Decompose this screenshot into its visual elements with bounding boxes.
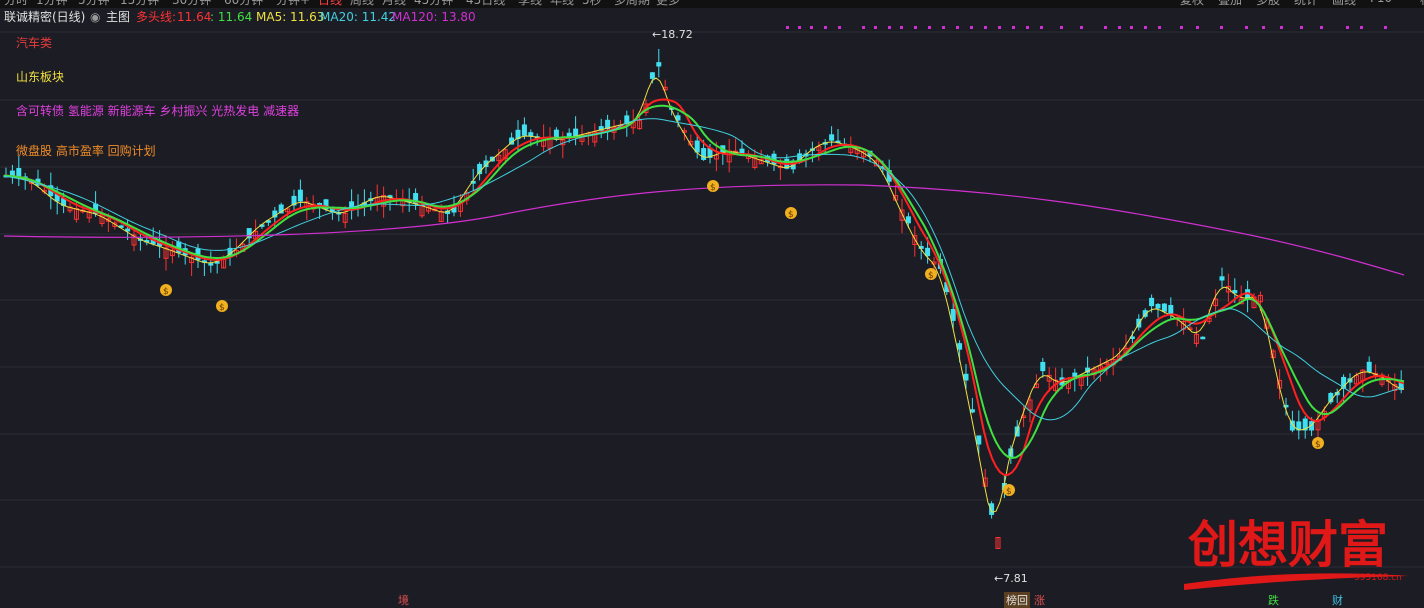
candle-body: [905, 216, 911, 224]
signal-dot: [1300, 26, 1303, 29]
signal-dot: [1144, 26, 1147, 29]
signal-dot: [1196, 26, 1199, 29]
signal-dot: [1130, 26, 1133, 29]
money-bag-symbol: $: [1006, 487, 1012, 497]
bottom-mark: 榜回: [1004, 592, 1030, 608]
signal-dot: [798, 26, 801, 29]
signal-dot: [1346, 26, 1349, 29]
signal-dot: [956, 26, 959, 29]
low-price-label: ←7.81: [994, 572, 1028, 585]
signal-dot: [1245, 26, 1248, 29]
bottom-mark: 跌: [1268, 594, 1279, 607]
candle-body: [297, 189, 303, 202]
signal-dot: [1180, 26, 1183, 29]
ma20-line: [3, 118, 1405, 421]
money-bag-symbol: $: [928, 271, 934, 281]
candle-body: [1219, 276, 1225, 281]
candle-body: [125, 228, 131, 232]
signal-dot: [1012, 26, 1015, 29]
candle-body: [694, 140, 700, 153]
candle-body: [950, 308, 956, 321]
money-bag-symbol: $: [710, 183, 716, 193]
money-bag-symbol: $: [163, 287, 169, 297]
signal-dot: [786, 26, 789, 29]
signal-dot: [1360, 26, 1363, 29]
candle-body: [208, 263, 214, 266]
signal-dot: [888, 26, 891, 29]
svg-text:995168.cn: 995168.cn: [1354, 573, 1402, 583]
candle-body: [1155, 303, 1161, 309]
signal-dot: [1080, 26, 1083, 29]
candle-body: [1149, 297, 1155, 307]
candle-body: [829, 134, 835, 141]
signal-dot: [1158, 26, 1161, 29]
candle-body: [976, 435, 982, 445]
candle-body: [521, 124, 527, 136]
candle-body: [1040, 361, 1046, 372]
candle-body: [957, 343, 963, 350]
candle-body: [528, 132, 534, 137]
signal-dot: [900, 26, 903, 29]
ma120-line: [3, 184, 1405, 276]
candle-body: [1168, 304, 1174, 315]
signal-dot: [874, 26, 877, 29]
signal-dot: [838, 26, 841, 29]
candle-body: [1366, 361, 1372, 373]
high-price-label: ←18.72: [652, 28, 693, 41]
signal-dot: [998, 26, 1001, 29]
signal-dot: [1262, 26, 1265, 29]
signal-dot: [862, 26, 865, 29]
candle-body: [656, 62, 662, 67]
candle-body: [1161, 303, 1167, 312]
signal-dot: [1220, 26, 1223, 29]
signal-dot: [1040, 26, 1043, 29]
candle-body: [649, 72, 655, 79]
watermark-logo: 创想财富 995168.cn: [1184, 515, 1409, 590]
candle-body: [925, 247, 931, 257]
signal-dot: [1384, 26, 1387, 29]
signal-dot: [914, 26, 917, 29]
signal-dot: [810, 26, 813, 29]
candle-body: [701, 148, 707, 160]
bottom-mark: 涨: [1034, 594, 1045, 607]
candle-body: [1200, 336, 1206, 340]
money-bag-symbol: $: [219, 303, 225, 313]
money-bag-symbol: $: [788, 210, 794, 220]
candle-body: [739, 148, 745, 154]
bottom-mark: 财: [1332, 594, 1343, 607]
bottom-mark: 境: [398, 594, 409, 607]
svg-text:创想财富: 创想财富: [1188, 515, 1388, 574]
candle-body: [963, 373, 969, 381]
signal-dot: [1118, 26, 1121, 29]
signal-dot: [942, 26, 945, 29]
signal-dot: [1280, 26, 1283, 29]
signal-dot: [928, 26, 931, 29]
candle-body: [969, 409, 975, 413]
signal-dot: [1026, 26, 1029, 29]
signal-dot: [1104, 26, 1107, 29]
signal-dot: [824, 26, 827, 29]
signal-dot: [984, 26, 987, 29]
signal-dot: [1320, 26, 1323, 29]
signal-dot: [970, 26, 973, 29]
money-bag-symbol: $: [1315, 440, 1321, 450]
signal-dot: [1060, 26, 1063, 29]
